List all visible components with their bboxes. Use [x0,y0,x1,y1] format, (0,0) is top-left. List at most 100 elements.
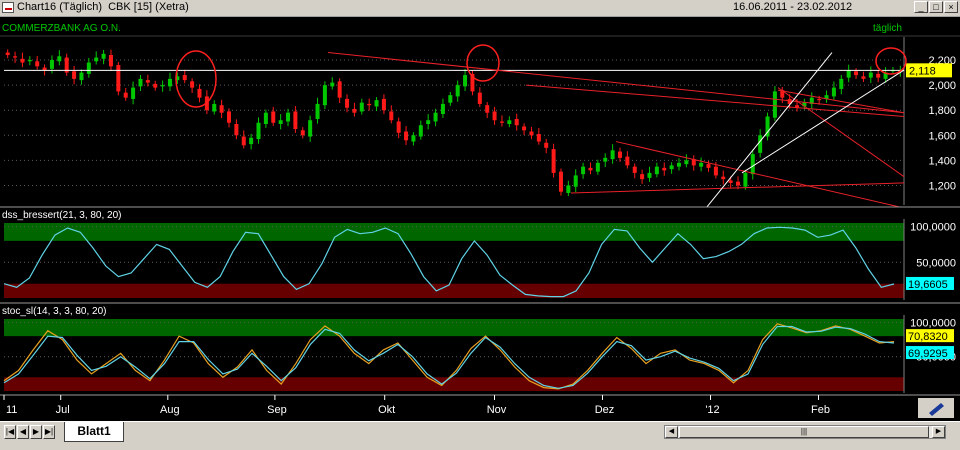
candle-body [558,171,563,192]
candle-body [153,83,158,88]
dss-tick-label: 50,0000 [916,257,956,269]
scroll-thumb[interactable]: ||| [679,426,929,438]
candle-body [750,154,755,175]
horizontal-scrollbar[interactable]: ◀ ||| ▶ [664,425,946,439]
candle-body [411,135,416,142]
candle-body [647,172,652,178]
x-tick-label: Nov [487,404,507,416]
prev-sheet-button[interactable]: ◀ [17,425,29,439]
candle-body [396,121,401,133]
candle-body [721,176,726,180]
candle-body [699,162,704,167]
candle-body [57,56,62,62]
candle-body [352,108,357,113]
candle-body [116,65,121,92]
candle-body [249,137,254,145]
candle-body [817,98,822,101]
candle-body [367,103,372,106]
candle-body [440,103,445,114]
candle-body [27,60,32,62]
last-price-label: 2,118 [909,65,936,77]
candle-body [167,78,172,87]
price-tick-label: 1,200 [928,180,956,192]
candle-body [514,118,519,126]
candle-body [308,120,313,137]
candle-body [293,111,298,130]
candle-body [278,120,283,124]
chart-window-icon [2,2,14,13]
sheet-tab[interactable]: Blatt1 [64,422,124,442]
x-tick-label: Okt [378,404,395,416]
stoch-value-label: 70,8320 [908,331,948,343]
candle-body [654,166,659,175]
candle-body [772,91,777,118]
x-tick-label: Dez [595,404,615,416]
next-sheet-button[interactable]: ▶ [30,425,42,439]
candle-body [706,164,711,168]
price-tick-label: 1,800 [928,105,956,117]
x-tick-label: Aug [160,404,180,416]
candle-body [595,162,600,172]
candle-body [79,72,84,81]
candle-body [448,95,453,103]
dss-panel: dss_bressert(21, 3, 80, 20) 100,0000 50,00… [0,206,960,302]
scroll-right-icon[interactable]: ▶ [932,426,945,438]
candle-body [876,73,881,78]
window-title: Chart16 (Täglich) CBK [15] (Xetra) [17,1,189,13]
candle-body [160,85,165,87]
candle-body [286,112,291,122]
candle-body [617,151,622,158]
candle-body [426,120,431,124]
candle-body [359,102,364,112]
stoch-oversold-zone [4,377,904,391]
x-tick-label: Jul [56,404,70,416]
candle-body [662,167,667,171]
candle-body [345,98,350,108]
price-tick-label: 1,400 [928,155,956,167]
candle-body [743,172,748,187]
first-sheet-button[interactable]: |◀ [4,425,16,439]
candle-body [477,92,482,104]
instrument-name: COMMERZBANK AG O.N. [2,23,121,34]
sheet-status-bar: |◀ ◀ ▶ ▶| Blatt1 ◀ ||| ▶ [0,421,960,450]
price-tick-label: 2,000 [928,80,956,92]
last-sheet-button[interactable]: ▶| [43,425,55,439]
candle-body [315,103,320,119]
candle-body [831,87,836,97]
dss-oversold-zone [4,283,904,298]
candle-body [5,52,10,56]
candle-body [861,76,866,79]
candle-body [566,185,571,193]
candle-body [381,98,386,111]
candle-body [669,165,674,170]
candle-body [322,85,327,106]
candle-body [182,75,187,81]
candle-body [256,122,261,140]
candle-body [581,166,586,175]
candle-body [433,112,438,122]
candle-body [197,88,202,98]
candle-body [713,166,718,176]
candle-body [271,111,276,123]
candle-body [463,75,468,87]
candle-body [573,175,578,187]
candle-body [728,180,733,183]
candle-body [219,105,224,113]
minimize-button[interactable]: _ [914,1,928,13]
date-range: 16.06.2011 - 23.02.2012 [733,1,853,13]
candle-body [854,71,859,76]
candle-body [529,131,534,136]
candle-body [145,80,150,83]
close-button[interactable]: × [944,1,958,13]
maximize-button[interactable]: □ [929,1,943,13]
candle-body [374,100,379,107]
scroll-left-icon[interactable]: ◀ [665,426,678,438]
candle-body [522,126,527,131]
candle-body [212,103,217,112]
candle-body [337,81,342,98]
candle-body [263,112,268,124]
chart-canvas[interactable]: COMMERZBANK AG O.N. täglich2,2002,0001,80… [0,17,960,421]
stoch-panel: stoc_sl(14, 3, 3, 80, 20)100,000050,0000… [0,302,960,395]
candle-body [846,70,851,78]
candle-body [35,61,40,67]
